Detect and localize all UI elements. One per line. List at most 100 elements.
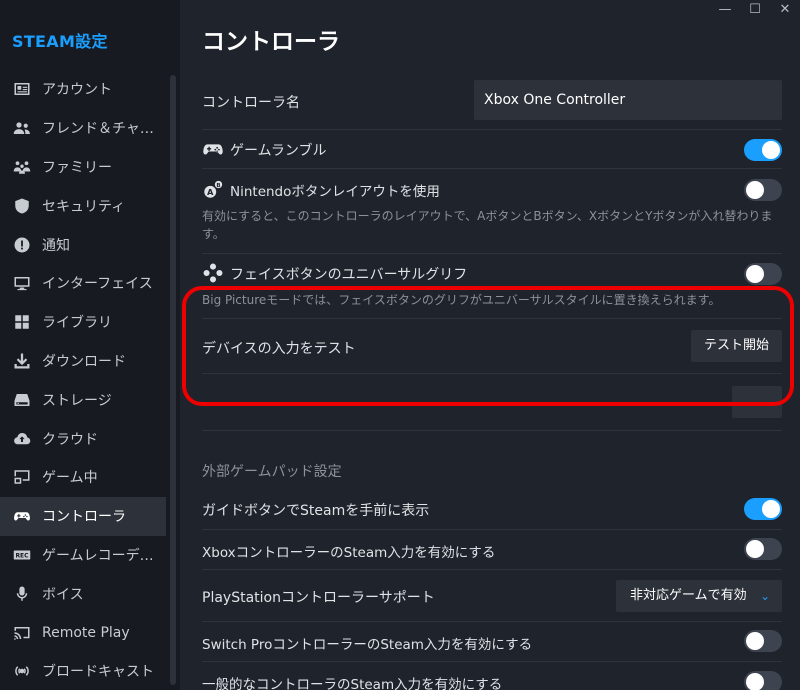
xbox-input-row: XboxコントローラーのSteam入力を有効にする [202, 530, 782, 570]
friends-icon [12, 118, 32, 138]
sidebar-item-label: ストレージ [42, 392, 112, 409]
microphone-icon [12, 584, 32, 604]
sidebar-scrollbar[interactable] [170, 75, 176, 685]
controller-name-row: コントローラ名 Xbox One Controller [202, 78, 782, 130]
controller-settings-panel: コントローラ コントローラ名 Xbox One Controller ゲームラン… [180, 0, 800, 690]
sidebar-item[interactable]: クラウド [0, 419, 166, 458]
nintendo-layout-row: AB Nintendoボタンレイアウトを使用 有効にすると、このコントローラのレ… [202, 169, 782, 254]
playstation-support-label: PlayStationコントローラーサポート [202, 590, 435, 606]
sidebar-item-label: クラウド [42, 431, 98, 448]
svg-text:B: B [216, 183, 220, 189]
sidebar-item-label: アカウント [42, 82, 112, 99]
nintendo-layout-toggle[interactable] [744, 179, 782, 201]
page-title: コントローラ [202, 29, 340, 55]
sidebar-item[interactable]: REC ゲームレコーデ… [0, 536, 166, 575]
family-icon [12, 157, 32, 177]
settings-sidebar: STEAM設定 アカウントフレンド＆チャ… ファミリーセキュリティ 通知インターフェ… [0, 0, 180, 690]
sidebar-nav: アカウントフレンド＆チャ… ファミリーセキュリティ 通知インターフェイス ライブラリダ… [0, 70, 166, 690]
switch-pro-label: Switch ProコントローラーのSteam入力を有効にする [202, 637, 533, 653]
playstation-support-row: PlayStationコントローラーサポート 非対応ゲームで有効 ⌄ [202, 570, 782, 622]
cloud-icon [12, 429, 32, 449]
sidebar-item-label: ダウンロード [42, 353, 126, 370]
sidebar-item[interactable]: ダウンロード [0, 342, 166, 381]
sidebar-item-label: ライブラリ [42, 315, 112, 332]
universal-glyph-label: フェイスボタンのユニバーサルグリフ [230, 267, 468, 283]
sidebar-item[interactable]: ストレージ [0, 380, 166, 419]
shield-icon [12, 196, 32, 216]
toggle-knob [746, 181, 764, 199]
guide-button-row: ガイドボタンでSteamを手前に表示 [202, 490, 782, 530]
svg-text:A: A [207, 187, 214, 197]
sidebar-item[interactable]: 通知 [0, 225, 166, 264]
toggle-knob [746, 632, 764, 650]
nintendo-layout-description: 有効にすると、このコントローラのレイアウトで、AボタンとBボタン、XボタンとYボ… [202, 209, 773, 241]
sidebar-item-label: セキュリティ [42, 198, 126, 215]
sidebar-item[interactable]: ライブラリ [0, 303, 166, 342]
generic-controller-toggle[interactable] [744, 671, 782, 690]
sidebar-item[interactable]: ブロードキャスト [0, 652, 166, 690]
sidebar-item-label: ゲームレコーデ… [42, 547, 154, 564]
sidebar-item[interactable]: コントローラ [0, 496, 166, 536]
face-buttons-icon [202, 262, 224, 284]
sidebar-item-label: ブロードキャスト [42, 664, 154, 681]
grid-icon [12, 312, 32, 332]
switch-pro-row: Switch ProコントローラーのSteam入力を有効にする [202, 622, 782, 662]
sidebar-item-label: インターフェイス [42, 276, 153, 293]
nintendo-layout-label: Nintendoボタンレイアウトを使用 [230, 184, 440, 200]
start-test-button[interactable]: テスト開始 [690, 330, 782, 362]
toggle-knob [746, 265, 764, 283]
sidebar-item[interactable]: ファミリー [0, 148, 166, 187]
toggle-knob [762, 141, 780, 159]
controller-icon [12, 506, 32, 526]
test-input-row: デバイスの入力をテスト テスト開始 [202, 319, 782, 374]
toggle-knob [746, 540, 764, 558]
toggle-knob [746, 673, 764, 690]
chevron-down-icon: ⌄ [759, 589, 770, 603]
game-rumble-toggle[interactable] [744, 139, 782, 161]
sidebar-item[interactable]: ボイス [0, 574, 166, 613]
test-input-label: デバイスの入力をテスト [202, 341, 356, 357]
sidebar-title: STEAM設定 [12, 32, 108, 51]
controller-name-input[interactable]: Xbox One Controller [474, 80, 782, 120]
controller-name-label: コントローラ名 [202, 95, 300, 111]
generic-controller-label: 一般的なコントローラのSteam入力を有効にする [202, 677, 503, 690]
button-swap-icon: AB [202, 179, 224, 201]
gamepad-icon [202, 138, 224, 160]
alert-icon [12, 235, 32, 255]
sidebar-item-label: 通知 [42, 237, 70, 254]
sidebar-item-label: コントローラ [42, 509, 126, 526]
playstation-support-value: 非対応ゲームで有効 [630, 588, 747, 603]
guide-button-label: ガイドボタンでSteamを手前に表示 [202, 503, 430, 519]
universal-glyph-description: Big Pictureモードでは、フェイスボタンのグリフがユニバーサルスタイルに… [202, 293, 721, 307]
account-card-icon [12, 79, 32, 99]
playstation-support-dropdown[interactable]: 非対応ゲームで有効 ⌄ [616, 580, 782, 612]
universal-glyph-row: フェイスボタンのユニバーサルグリフ Big Pictureモードでは、フェイスボ… [202, 254, 782, 319]
broadcast-icon [12, 661, 32, 681]
universal-glyph-toggle[interactable] [744, 263, 782, 285]
sidebar-item[interactable]: Remote Play [0, 613, 166, 652]
monitor-icon [12, 273, 32, 293]
sidebar-item[interactable]: セキュリティ [0, 186, 166, 225]
xbox-input-toggle[interactable] [744, 538, 782, 560]
sidebar-item[interactable]: フレンド＆チャ… [0, 109, 166, 148]
rec-icon: REC [12, 545, 32, 565]
download-icon [12, 351, 32, 371]
game-rumble-label: ゲームランブル [230, 143, 327, 159]
xbox-input-label: XboxコントローラーのSteam入力を有効にする [202, 545, 496, 561]
sidebar-item-label: ゲーム中 [42, 470, 98, 487]
sidebar-item-label: ボイス [42, 586, 84, 603]
in-game-icon [12, 467, 32, 487]
sidebar-item-label: Remote Play [42, 624, 130, 641]
toggle-knob [762, 500, 780, 518]
sidebar-item[interactable]: ゲーム中 [0, 458, 166, 497]
svg-text:REC: REC [15, 553, 29, 560]
sidebar-item[interactable]: アカウント [0, 70, 166, 109]
sidebar-item-label: フレンド＆チャ… [42, 121, 154, 138]
sidebar-item[interactable]: インターフェイス [0, 264, 166, 303]
storage-icon [12, 390, 32, 410]
guide-button-toggle[interactable] [744, 498, 782, 520]
remote-play-icon [12, 623, 32, 643]
external-gamepad-section-header: 外部ゲームパッド設定 [202, 464, 342, 480]
switch-pro-toggle[interactable] [744, 630, 782, 652]
clipped-settings-button[interactable] [732, 386, 782, 418]
